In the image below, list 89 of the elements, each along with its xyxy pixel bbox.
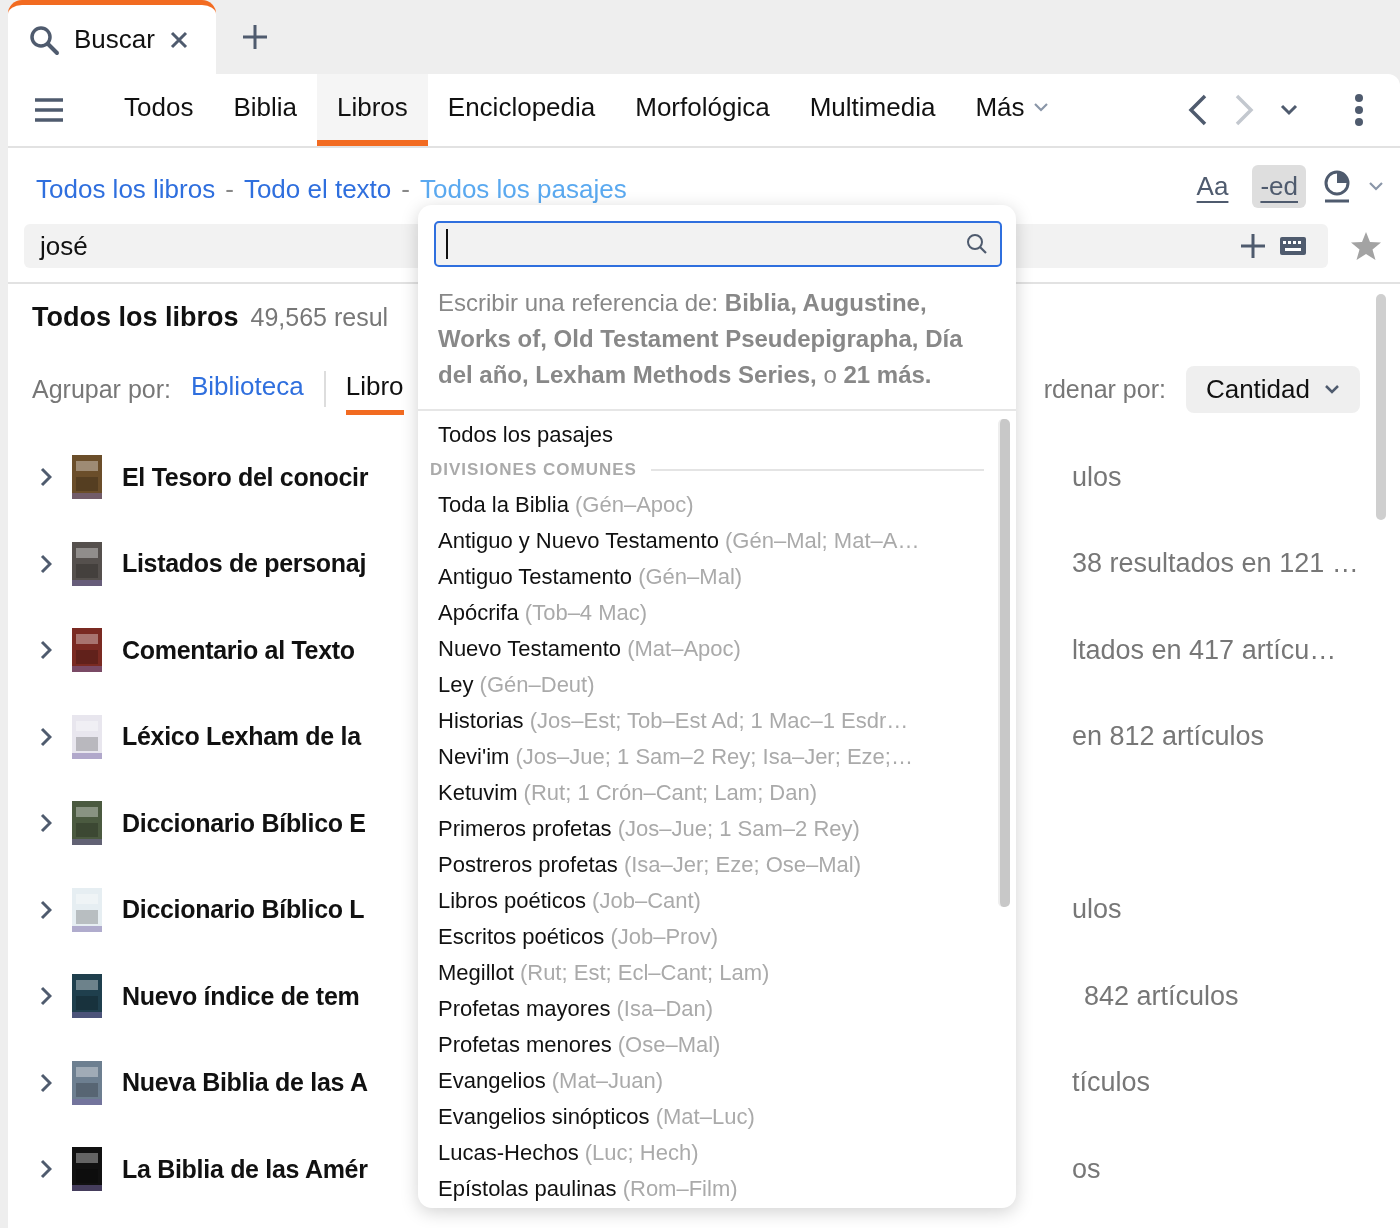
passage-item[interactable]: Todos los pasajes	[438, 417, 998, 453]
passage-item[interactable]: Libros poéticos (Job–Cant)	[438, 883, 998, 919]
more-menu[interactable]: Más	[955, 74, 1069, 146]
expand-icon[interactable]	[40, 467, 52, 488]
breadcrumb-link[interactable]: Todo el texto	[243, 173, 392, 205]
add-tab-icon[interactable]	[242, 24, 268, 50]
back-icon[interactable]	[1188, 94, 1208, 126]
reference-hint: Escribir una referencia de: Biblia, Augustine, Works of, Old Testament Pseudepigrapha, Día del año, Lexham Methods Series, o 21 más.	[418, 267, 1016, 411]
passage-item[interactable]: Profetas menores (Ose–Mal)	[438, 1027, 998, 1063]
passage-item[interactable]: Toda la Biblia (Gén–Apoc)	[438, 487, 998, 523]
search-icon	[28, 23, 60, 56]
book-title[interactable]: Nueva Biblia de las A	[122, 1068, 422, 1098]
result-summary: os	[1072, 1153, 1101, 1185]
expand-icon[interactable]	[40, 813, 52, 834]
menu-icon[interactable]	[34, 97, 64, 123]
breadcrumb-separator: -	[225, 173, 234, 205]
caret-icon	[1032, 102, 1049, 112]
view-option-button[interactable]: Aa	[1188, 164, 1237, 208]
result-summary: tículos	[1072, 1067, 1151, 1099]
section-header: DIVISIONES COMUNES	[430, 460, 637, 480]
passage-item[interactable]: Ley (Gén–Deut)	[438, 667, 998, 703]
nav-tab[interactable]: Multimedia	[789, 74, 956, 146]
result-summary: ulos	[1072, 894, 1122, 926]
expand-icon[interactable]	[40, 1072, 52, 1093]
view-option-button[interactable]: -ed	[1252, 164, 1306, 208]
passage-item[interactable]: Nuevo Testamento (Mat–Apoc)	[438, 631, 998, 667]
results-count: 49,565 resul	[250, 303, 389, 332]
book-title[interactable]: Comentario al Texto	[122, 635, 422, 665]
book-title[interactable]: Léxico Lexham de la	[122, 722, 422, 752]
passage-item[interactable]: Profetas mayores (Isa–Dan)	[438, 991, 998, 1027]
star-icon[interactable]	[1350, 231, 1382, 261]
passage-item[interactable]: Historias (Jos–Est; Tob–Est Ad; 1 Mac–1 Esdr…	[438, 703, 998, 739]
group-option[interactable]: Biblioteca	[190, 363, 304, 415]
result-summary: en 812 artículos	[1072, 721, 1265, 753]
sort-by-label: rdenar por:	[1043, 374, 1166, 404]
keyboard-icon[interactable]	[1280, 237, 1306, 255]
search-tab[interactable]: Buscar	[8, 0, 216, 74]
expand-icon[interactable]	[40, 1159, 52, 1180]
passage-item[interactable]: Lucas-Hechos (Luc; Hech)	[438, 1135, 998, 1171]
result-summary: 38 resultados en 121 …	[1072, 548, 1359, 580]
caret-icon[interactable]	[1368, 181, 1384, 191]
result-summary: 842 artículos	[1084, 980, 1239, 1012]
search-icon	[966, 233, 988, 255]
group-by-label: Agrupar por:	[32, 374, 171, 404]
tab-title: Buscar	[74, 24, 155, 55]
book-title[interactable]: Listados de personaj	[122, 549, 422, 579]
book-title[interactable]: La Biblia de las Amér	[122, 1154, 422, 1184]
expand-icon[interactable]	[40, 899, 52, 920]
expand-icon[interactable]	[40, 553, 52, 574]
contrast-icon[interactable]	[1322, 169, 1352, 203]
sort-dropdown[interactable]: Cantidad	[1185, 365, 1360, 413]
passage-item[interactable]: Primeros profetas (Jos–Jue; 1 Sam–2 Rey)	[438, 811, 998, 847]
passage-item[interactable]: Megillot (Rut; Est; Ecl–Cant; Lam)	[438, 955, 998, 991]
passage-item[interactable]: Evangelios sinópticos (Mat–Luc)	[438, 1099, 998, 1135]
passage-item[interactable]: Ketuvim (Rut; 1 Crón–Cant; Lam; Dan)	[438, 775, 998, 811]
passage-item[interactable]: Nevi'im (Jos–Jue; 1 Sam–2 Rey; Isa–Jer; Eze;…	[438, 739, 998, 775]
expand-icon[interactable]	[40, 640, 52, 661]
nav-tab[interactable]: Enciclopedia	[427, 74, 616, 146]
passage-item[interactable]: Escritos poéticos (Job–Prov)	[438, 919, 998, 955]
expand-icon[interactable]	[40, 986, 52, 1007]
passage-item[interactable]: Postreros profetas (Isa–Jer; Eze; Ose–Mal)	[438, 847, 998, 883]
add-icon[interactable]	[1240, 233, 1266, 259]
nav-tab[interactable]: Biblia	[213, 74, 317, 146]
reference-input[interactable]	[434, 221, 1002, 267]
nav-tab[interactable]: Morfológica	[615, 74, 790, 146]
book-title[interactable]: Nuevo índice de tem	[122, 981, 422, 1011]
more-options-icon[interactable]	[1354, 94, 1364, 126]
breadcrumb-separator: -	[401, 173, 410, 205]
book-title[interactable]: Diccionario Bíblico L	[122, 895, 422, 925]
scrollbar[interactable]	[1376, 294, 1386, 520]
group-option[interactable]: Libro	[345, 363, 404, 415]
caret-icon	[1324, 384, 1340, 394]
breadcrumb-link[interactable]: Todos los libros	[36, 173, 216, 205]
result-summary: ulos	[1072, 461, 1122, 493]
passage-item[interactable]: Evangelios (Mat–Juan)	[438, 1063, 998, 1099]
nav-tab[interactable]: Todos	[104, 74, 214, 146]
scrollbar[interactable]	[998, 419, 1010, 907]
passage-item[interactable]: Antiguo y Nuevo Testamento (Gén–Mal; Mat–A…	[438, 523, 998, 559]
book-title[interactable]: Diccionario Bíblico E	[122, 808, 422, 838]
nav-tab[interactable]: Libros	[317, 74, 428, 146]
expand-icon[interactable]	[40, 726, 52, 747]
close-icon[interactable]	[168, 29, 189, 50]
result-summary: ltados en 417 artícu…	[1072, 634, 1337, 666]
results-title: Todos los libros	[32, 302, 239, 333]
book-title[interactable]: El Tesoro del conocir	[122, 462, 422, 492]
passage-item[interactable]: Apócrifa (Tob–4 Mac)	[438, 595, 998, 631]
passage-item[interactable]: Epístolas paulinas (Rom–Film)	[438, 1171, 998, 1207]
caret-icon[interactable]	[1280, 104, 1298, 116]
passage-item[interactable]: Antiguo Testamento (Gén–Mal)	[438, 559, 998, 595]
